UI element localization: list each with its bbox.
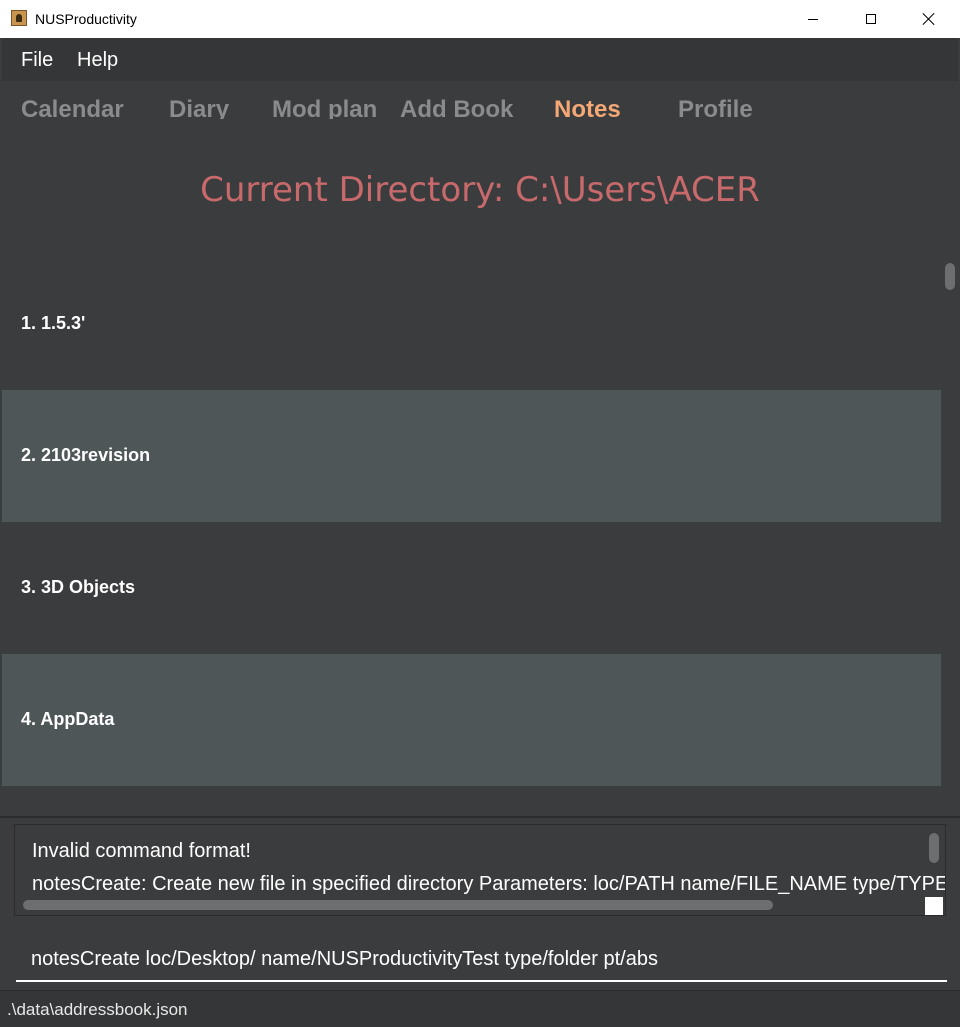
menu-file[interactable]: File bbox=[21, 48, 53, 72]
title-bar: NUSProductivity bbox=[0, 0, 960, 38]
tab-profile[interactable]: Profile bbox=[678, 95, 753, 119]
result-vertical-scrollbar[interactable] bbox=[929, 833, 939, 863]
list-item[interactable]: 1. 1.5.3' bbox=[2, 258, 941, 390]
save-location-path: .\data\addressbook.json bbox=[7, 1000, 188, 1019]
tab-mod-plan[interactable]: Mod plan bbox=[272, 95, 377, 119]
scroll-corner bbox=[925, 897, 943, 915]
divider bbox=[0, 816, 960, 818]
notes-file-list[interactable]: 1. 1.5.3' 2. 2103revision 3. 3D Objects … bbox=[2, 258, 941, 816]
result-message-line: Invalid command format! bbox=[32, 840, 251, 862]
close-button[interactable] bbox=[900, 0, 958, 38]
window-title: NUSProductivity bbox=[35, 11, 137, 27]
menu-bar: File Help bbox=[2, 38, 958, 81]
tab-diary[interactable]: Diary bbox=[169, 95, 229, 119]
tab-calendar[interactable]: Calendar bbox=[21, 95, 124, 119]
current-directory-label: Current Directory: C:\Users\ACER bbox=[200, 170, 760, 210]
list-item[interactable]: 2. 2103revision bbox=[2, 390, 941, 522]
list-item-label: 2. 2103revision bbox=[21, 445, 151, 465]
minimize-icon bbox=[808, 18, 818, 20]
list-item-label: 3. 3D Objects bbox=[21, 577, 136, 597]
minimize-button[interactable] bbox=[784, 0, 842, 38]
tab-notes[interactable]: Notes bbox=[554, 95, 621, 119]
maximize-button[interactable] bbox=[842, 0, 900, 38]
menu-help[interactable]: Help bbox=[77, 48, 118, 72]
result-display: Invalid command format! notesCreate: Cre… bbox=[14, 824, 946, 916]
app-icon bbox=[11, 10, 27, 26]
list-item-label: 1. 1.5.3' bbox=[21, 313, 86, 333]
command-box bbox=[0, 924, 960, 990]
list-item[interactable]: 4. AppData bbox=[2, 654, 941, 786]
tab-add-book[interactable]: Add Book bbox=[400, 95, 513, 119]
result-horizontal-scrollbar[interactable] bbox=[23, 900, 773, 910]
list-item[interactable]: 3. 3D Objects bbox=[2, 522, 941, 654]
status-bar: .\data\addressbook.json bbox=[0, 990, 960, 1027]
tab-bar: Calendar Diary Mod plan Add Book Notes P… bbox=[2, 81, 958, 119]
maximize-icon bbox=[866, 14, 876, 24]
list-scrollbar-thumb[interactable] bbox=[945, 263, 955, 290]
result-usage-line: notesCreate: Create new file in specifie… bbox=[32, 873, 946, 895]
list-item-label: 4. AppData bbox=[21, 709, 115, 729]
list-scrollbar[interactable] bbox=[941, 258, 960, 816]
command-input[interactable] bbox=[16, 938, 947, 982]
close-icon bbox=[922, 12, 936, 26]
